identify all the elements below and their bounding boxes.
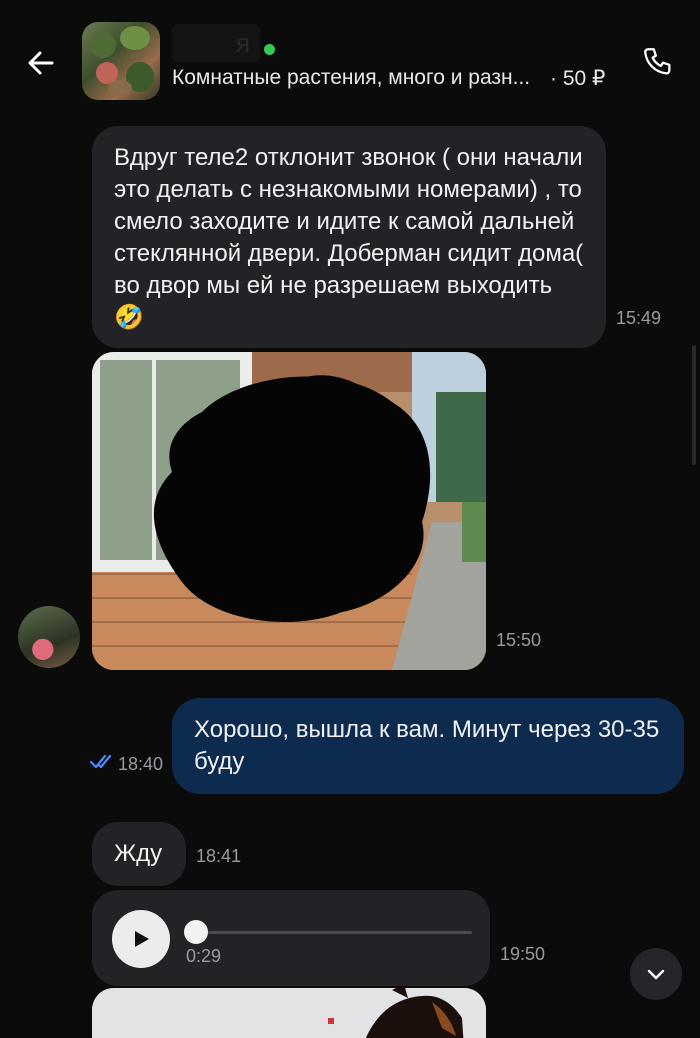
message-time: 15:49: [616, 308, 662, 328]
message-text: Вдруг теле2 отклонит звонок ( они начали…: [114, 144, 584, 331]
sender-avatar[interactable]: [18, 606, 80, 668]
listing-title[interactable]: Комнатные растения, много и разн...: [172, 66, 530, 90]
message-time: 15:50: [496, 630, 542, 650]
back-button[interactable]: [18, 40, 64, 86]
incoming-photo[interactable]: [92, 988, 486, 1038]
play-button[interactable]: [112, 910, 170, 968]
voice-progress-handle[interactable]: [184, 920, 208, 944]
message-time: 19:50: [500, 944, 546, 964]
photo-image: [92, 352, 486, 670]
online-status-indicator: [264, 44, 275, 55]
listing-thumbnail[interactable]: [82, 22, 160, 100]
message-time: 18:40: [118, 754, 164, 774]
incoming-message[interactable]: Вдруг теле2 отклонит звонок ( они начали…: [92, 126, 606, 348]
listing-price: · 50 ₽: [550, 67, 606, 90]
incoming-photo[interactable]: [92, 352, 486, 670]
scrollbar[interactable]: [692, 345, 696, 465]
message-text: Хорошо, вышла к вам. Минут через 30-35 б…: [194, 716, 660, 775]
photo-image: [92, 988, 486, 1038]
call-button[interactable]: [634, 38, 682, 86]
message-time: 18:41: [196, 846, 242, 866]
play-icon: [135, 931, 149, 947]
chat-screen: я Комнатные растения, много и разн... · …: [0, 0, 700, 1038]
incoming-message[interactable]: Жду: [92, 822, 186, 886]
arrow-left-icon: [28, 51, 54, 75]
outgoing-message[interactable]: Хорошо, вышла к вам. Минут через 30-35 б…: [172, 698, 684, 794]
voice-progress-track[interactable]: [208, 931, 472, 934]
phone-icon: [644, 48, 671, 75]
chevron-down-icon: [647, 969, 665, 980]
contact-name: я: [236, 28, 253, 58]
voice-duration: 0:29: [186, 946, 222, 966]
chat-header: я Комнатные растения, много и разн... · …: [0, 0, 700, 118]
scroll-to-bottom-button[interactable]: [630, 948, 682, 1000]
double-check-icon: [90, 754, 112, 769]
message-text: Жду: [114, 840, 163, 867]
